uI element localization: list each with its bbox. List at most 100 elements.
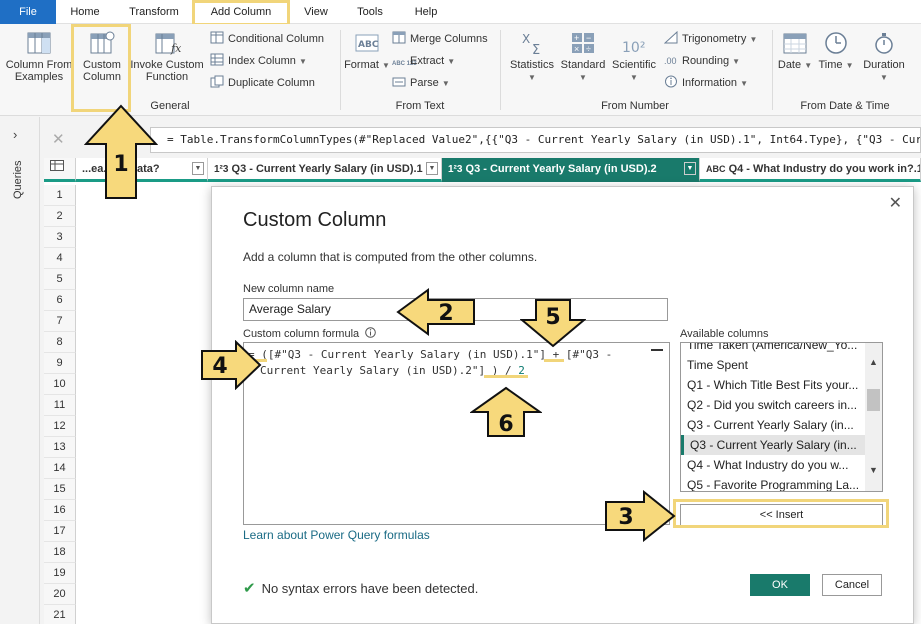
- time-button[interactable]: Time ▼: [816, 30, 856, 71]
- row-number[interactable]: 8: [44, 332, 76, 353]
- cancel-button[interactable]: Cancel: [822, 574, 882, 596]
- scroll-up-icon[interactable]: ▲: [869, 357, 878, 367]
- table-corner-icon[interactable]: [44, 158, 76, 182]
- statistics-button[interactable]: X Σ Statistics ▼: [506, 30, 558, 83]
- rounding-dropdown-icon: ▼: [732, 57, 741, 66]
- column-header-selected[interactable]: 1²3 Q3 - Current Yearly Salary (in USD).…: [442, 158, 700, 182]
- svg-text:3: 3: [618, 505, 633, 530]
- statistics-dropdown-icon: ▼: [528, 73, 536, 82]
- column-filter-dropdown-icon[interactable]: ▼: [426, 162, 438, 175]
- formula-line-2: Current Yearly Salary (in USD).2"] ) / 2: [260, 364, 525, 377]
- index-column-button[interactable]: Index Column ▼: [210, 52, 307, 70]
- list-item[interactable]: Time Taken (America/New_Yo...: [687, 343, 865, 355]
- row-number[interactable]: 11: [44, 395, 76, 416]
- row-number[interactable]: 6: [44, 290, 76, 311]
- info-icon[interactable]: [365, 327, 377, 338]
- row-number[interactable]: 19: [44, 563, 76, 584]
- duplicate-column-button[interactable]: Duplicate Column: [210, 74, 315, 92]
- svg-text:fx: fx: [170, 42, 181, 55]
- close-icon[interactable]: ✕: [889, 193, 902, 213]
- callout-5-arrow-icon: 5: [520, 299, 586, 348]
- row-number[interactable]: 2: [44, 206, 76, 227]
- parse-button[interactable]: Parse ▼: [392, 74, 450, 92]
- invoke-custom-function-button[interactable]: fx Invoke Custom Function: [128, 30, 206, 83]
- expand-queries-chevron-icon[interactable]: ›: [13, 127, 17, 142]
- row-number[interactable]: 10: [44, 374, 76, 395]
- column-header[interactable]: 1²3 Q3 - Current Yearly Salary (in USD).…: [208, 158, 442, 182]
- extract-button[interactable]: ABC 123Extract ▼: [392, 52, 455, 70]
- row-number[interactable]: 5: [44, 269, 76, 290]
- formula-bar-input[interactable]: = Table.TransformColumnTypes(#"Replaced …: [150, 127, 921, 153]
- row-number[interactable]: 16: [44, 500, 76, 521]
- information-button[interactable]: Information ▼: [664, 74, 748, 92]
- duration-button[interactable]: Duration ▼: [858, 30, 910, 83]
- menu-home[interactable]: Home: [62, 0, 108, 24]
- merge-columns-icon: [392, 31, 406, 44]
- trigonometry-button[interactable]: Trigonometry ▼: [664, 30, 757, 48]
- menu-transform[interactable]: Transform: [118, 0, 190, 24]
- row-number[interactable]: 14: [44, 458, 76, 479]
- row-number[interactable]: 12: [44, 416, 76, 437]
- scroll-thumb[interactable]: [867, 389, 880, 411]
- row-number[interactable]: 20: [44, 584, 76, 605]
- row-number[interactable]: 18: [44, 542, 76, 563]
- format-button[interactable]: ABC Format ▼: [344, 30, 390, 71]
- list-item[interactable]: Q2 - Did you switch careers in...: [687, 395, 865, 415]
- list-item[interactable]: Q1 - Which Title Best Fits your...: [687, 375, 865, 395]
- menu-add-column[interactable]: Add Column: [192, 0, 290, 26]
- svg-text:.00: .00: [664, 56, 677, 66]
- learn-formulas-link[interactable]: Learn about Power Query formulas: [243, 528, 430, 542]
- conditional-column-button[interactable]: Conditional Column: [210, 30, 324, 48]
- syntax-status: ✔ No syntax errors have been detected.: [243, 580, 479, 597]
- table-icon: [50, 160, 64, 171]
- list-item[interactable]: Q4 - What Industry do you w...: [687, 455, 865, 475]
- row-number[interactable]: 17: [44, 521, 76, 542]
- row-number[interactable]: 21: [44, 605, 76, 624]
- available-columns-list[interactable]: Time Taken (America/New_Yo... Time Spent…: [680, 342, 883, 492]
- ribbon-separator: [500, 30, 501, 110]
- merge-columns-button[interactable]: Merge Columns: [392, 30, 488, 48]
- list-item[interactable]: Q5 - Favorite Programming La...: [687, 475, 865, 491]
- svg-text:−: −: [586, 33, 591, 43]
- row-number[interactable]: 13: [44, 437, 76, 458]
- cancel-formula-icon[interactable]: ✕: [52, 130, 65, 148]
- column-header[interactable]: ABC Q4 - What Industry do you work in?.1: [700, 158, 921, 182]
- list-item[interactable]: Q3 - Current Yearly Salary (in...: [687, 415, 865, 435]
- whole-number-type-icon[interactable]: 1²3: [448, 164, 462, 175]
- row-number[interactable]: 9: [44, 353, 76, 374]
- index-column-dropdown-icon: ▼: [298, 57, 307, 66]
- ok-button[interactable]: OK: [750, 574, 810, 596]
- whole-number-type-icon[interactable]: 1²3: [214, 164, 228, 175]
- rounding-button[interactable]: .00 Rounding ▼: [664, 52, 740, 70]
- row-number[interactable]: 15: [44, 479, 76, 500]
- svg-text:6: 6: [498, 412, 513, 437]
- column-filter-dropdown-icon[interactable]: ▼: [684, 162, 696, 175]
- scroll-down-icon[interactable]: ▼: [869, 465, 878, 475]
- menu-file[interactable]: File: [0, 0, 56, 24]
- row-number[interactable]: 4: [44, 248, 76, 269]
- menu-tools[interactable]: Tools: [348, 0, 392, 24]
- row-number[interactable]: 7: [44, 311, 76, 332]
- extract-icon: ABC 123: [392, 61, 417, 67]
- date-button[interactable]: Date ▼: [776, 30, 814, 71]
- row-number[interactable]: 3: [44, 227, 76, 248]
- list-item-selected[interactable]: Q3 - Current Yearly Salary (in...: [681, 435, 865, 455]
- trigonometry-dropdown-icon: ▼: [749, 35, 758, 44]
- list-scrollbar[interactable]: ▲ ▼: [865, 343, 882, 491]
- list-item[interactable]: Time Spent: [687, 355, 865, 375]
- menu-view[interactable]: View: [296, 0, 336, 24]
- group-from-number-label: From Number: [601, 100, 669, 112]
- menu-help[interactable]: Help: [404, 0, 448, 24]
- formula-plus-underline: [544, 359, 564, 362]
- scientific-button[interactable]: 10² Scientific ▼: [608, 30, 660, 83]
- standard-button[interactable]: + − × ÷ Standard ▼: [558, 30, 608, 83]
- text-type-icon[interactable]: ABC: [706, 164, 726, 174]
- row-number[interactable]: 1: [44, 185, 76, 206]
- queries-label[interactable]: Queries: [12, 160, 24, 199]
- callout-3-arrow-icon: 3: [605, 490, 676, 542]
- calendar-icon: [783, 33, 807, 54]
- svg-text:×: ×: [574, 44, 579, 54]
- ribbon-separator: [340, 30, 341, 110]
- column-filter-dropdown-icon[interactable]: ▼: [192, 162, 204, 175]
- column-from-examples-button[interactable]: Column From Examples: [4, 30, 74, 83]
